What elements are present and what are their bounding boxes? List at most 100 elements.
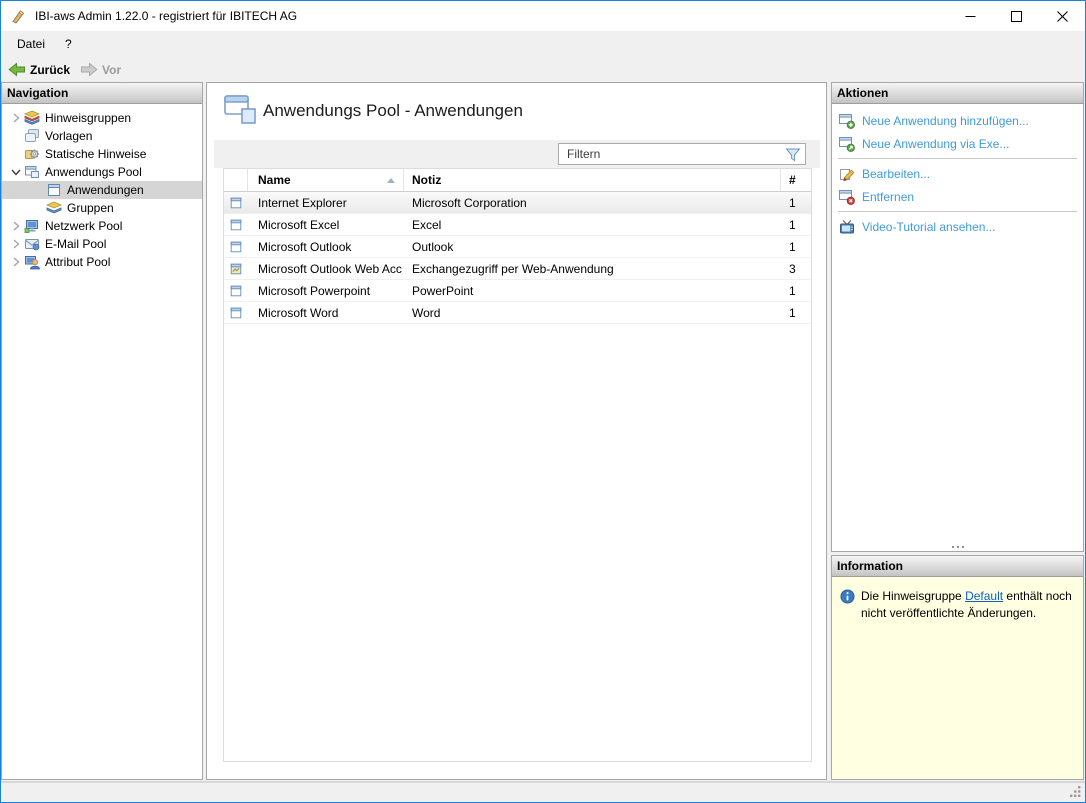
action-video-tutorial[interactable]: Video-Tutorial ansehen... bbox=[832, 215, 1083, 238]
chevron-right-icon[interactable] bbox=[8, 218, 24, 234]
navigation-tree: Hinweisgruppen Vorlagen Statische Hinwei… bbox=[2, 104, 202, 271]
column-header-name[interactable]: Name bbox=[248, 169, 404, 191]
filter-funnel-button[interactable] bbox=[781, 144, 805, 164]
video-tutorial-icon bbox=[840, 219, 854, 233]
column-header-count[interactable]: # bbox=[781, 169, 811, 191]
cell-notiz: Outlook bbox=[412, 239, 454, 254]
window-controls bbox=[947, 1, 1085, 31]
nav-item-label: Vorlagen bbox=[45, 129, 93, 143]
cell-notiz: Microsoft Corporation bbox=[412, 195, 527, 210]
close-icon bbox=[1056, 10, 1068, 22]
navigation-panel: Navigation Hinweisgruppen Vorlagen Stati… bbox=[1, 82, 203, 780]
action-label: Entfernen bbox=[862, 189, 915, 204]
information-body: Die Hinweisgruppe Default enthält noch n… bbox=[832, 577, 1083, 630]
nav-item-attribut-pool[interactable]: Attribut Pool bbox=[2, 253, 202, 271]
web-application-icon bbox=[224, 258, 248, 279]
application-pool-icon bbox=[24, 164, 40, 180]
status-bar bbox=[1, 781, 1085, 802]
nav-item-gruppen[interactable]: Gruppen bbox=[2, 199, 202, 217]
menu-help[interactable]: ? bbox=[55, 34, 82, 54]
application-icon bbox=[46, 182, 62, 198]
cell-notiz: Exchangezugriff per Web-Anwendung bbox=[412, 261, 614, 276]
column-label: Notiz bbox=[412, 173, 442, 187]
groups-icon bbox=[46, 200, 62, 216]
table-row[interactable]: Internet Explorer Microsoft Corporation … bbox=[224, 192, 811, 214]
nav-item-anwendungen[interactable]: Anwendungen bbox=[2, 181, 202, 199]
chevron-right-icon[interactable] bbox=[8, 110, 24, 126]
email-pool-icon bbox=[24, 236, 40, 252]
nav-item-label: Netzwerk Pool bbox=[45, 219, 123, 233]
maximize-button[interactable] bbox=[993, 1, 1039, 31]
back-button[interactable]: Zurück bbox=[6, 61, 78, 78]
actions-panel: Aktionen Neue Anwendung hinzufügen... Ne… bbox=[831, 82, 1084, 552]
static-notices-icon bbox=[24, 146, 40, 162]
cell-name: Microsoft Powerpoint bbox=[258, 283, 371, 298]
nav-item-label: Attribut Pool bbox=[45, 255, 111, 269]
nav-item-netzwerk-pool[interactable]: Netzwerk Pool bbox=[2, 217, 202, 235]
information-panel: Information Die Hinweisgruppe Default en… bbox=[831, 555, 1084, 780]
nav-item-statische-hinweise[interactable]: Statische Hinweise bbox=[2, 145, 202, 163]
table-row[interactable]: Microsoft Word Word 1 bbox=[224, 302, 811, 324]
nav-item-label: Anwendungs Pool bbox=[45, 165, 142, 179]
column-header-icon[interactable] bbox=[224, 169, 248, 191]
remove-icon bbox=[839, 189, 855, 205]
resize-grip[interactable] bbox=[1069, 785, 1082, 798]
app-window: IBI-aws Admin 1.22.0 - registriert für I… bbox=[0, 0, 1086, 803]
main-panel: Anwendungs Pool - Anwendungen Name bbox=[206, 82, 827, 780]
column-label: # bbox=[789, 173, 796, 187]
application-pool-header-icon bbox=[224, 95, 256, 124]
actions-header: Aktionen bbox=[832, 83, 1083, 104]
cell-count: 1 bbox=[789, 305, 796, 320]
cell-count: 3 bbox=[789, 261, 796, 276]
info-icon bbox=[840, 589, 855, 604]
filter-box bbox=[558, 143, 806, 165]
nav-item-hinweisgruppen[interactable]: Hinweisgruppen bbox=[2, 109, 202, 127]
application-icon bbox=[224, 302, 248, 323]
table-row[interactable]: Microsoft Outlook Outlook 1 bbox=[224, 236, 811, 258]
actions-separator bbox=[838, 158, 1077, 159]
action-edit[interactable]: Bearbeiten... bbox=[832, 162, 1083, 185]
cell-notiz: Excel bbox=[412, 217, 442, 232]
maximize-icon bbox=[1010, 10, 1022, 22]
table-row[interactable]: Microsoft Outlook Web Acc Exchangezugrif… bbox=[224, 258, 811, 280]
cell-count: 1 bbox=[789, 239, 796, 254]
filter-band bbox=[214, 140, 820, 168]
templates-icon bbox=[24, 128, 40, 144]
nav-item-label: Hinweisgruppen bbox=[45, 111, 132, 125]
chevron-down-icon[interactable] bbox=[8, 164, 24, 180]
nav-item-email-pool[interactable]: E-Mail Pool bbox=[2, 235, 202, 253]
menu-bar: Datei ? bbox=[1, 31, 1085, 57]
chevron-right-icon[interactable] bbox=[8, 236, 24, 252]
applications-table: Name Notiz # Internet Explorer Microsoft… bbox=[223, 168, 812, 762]
forward-button[interactable]: Vor bbox=[78, 61, 129, 78]
minimize-button[interactable] bbox=[947, 1, 993, 31]
information-message: Die Hinweisgruppe Default enthält noch n… bbox=[861, 588, 1075, 622]
navigation-header: Navigation bbox=[2, 83, 202, 104]
edit-icon bbox=[840, 168, 855, 181]
cell-notiz: PowerPoint bbox=[412, 283, 474, 298]
nav-item-label: E-Mail Pool bbox=[45, 237, 107, 251]
filter-input[interactable] bbox=[559, 147, 781, 161]
table-row[interactable]: Microsoft Powerpoint PowerPoint 1 bbox=[224, 280, 811, 302]
back-label: Zurück bbox=[30, 62, 71, 77]
close-button[interactable] bbox=[1039, 1, 1085, 31]
nav-item-anwendungs-pool[interactable]: Anwendungs Pool bbox=[2, 163, 202, 181]
application-icon bbox=[224, 236, 248, 257]
information-header: Information bbox=[832, 556, 1083, 577]
chevron-right-icon[interactable] bbox=[8, 254, 24, 270]
default-group-link[interactable]: Default bbox=[965, 589, 1003, 603]
table-row[interactable]: Microsoft Excel Excel 1 bbox=[224, 214, 811, 236]
menu-datei[interactable]: Datei bbox=[7, 34, 55, 54]
app-icon bbox=[12, 9, 25, 24]
cell-name: Microsoft Excel bbox=[258, 217, 340, 232]
action-add-application[interactable]: Neue Anwendung hinzufügen... bbox=[832, 109, 1083, 132]
panel-splitter-handle[interactable] bbox=[942, 544, 974, 550]
column-header-notiz[interactable]: Notiz bbox=[404, 169, 781, 191]
action-label: Video-Tutorial ansehen... bbox=[862, 219, 996, 234]
application-icon bbox=[224, 280, 248, 301]
nav-item-vorlagen[interactable]: Vorlagen bbox=[2, 127, 202, 145]
tool-bar: Zurück Vor bbox=[1, 57, 1085, 82]
action-add-application-via-exe[interactable]: Neue Anwendung via Exe... bbox=[832, 132, 1083, 155]
action-remove[interactable]: Entfernen bbox=[832, 185, 1083, 208]
